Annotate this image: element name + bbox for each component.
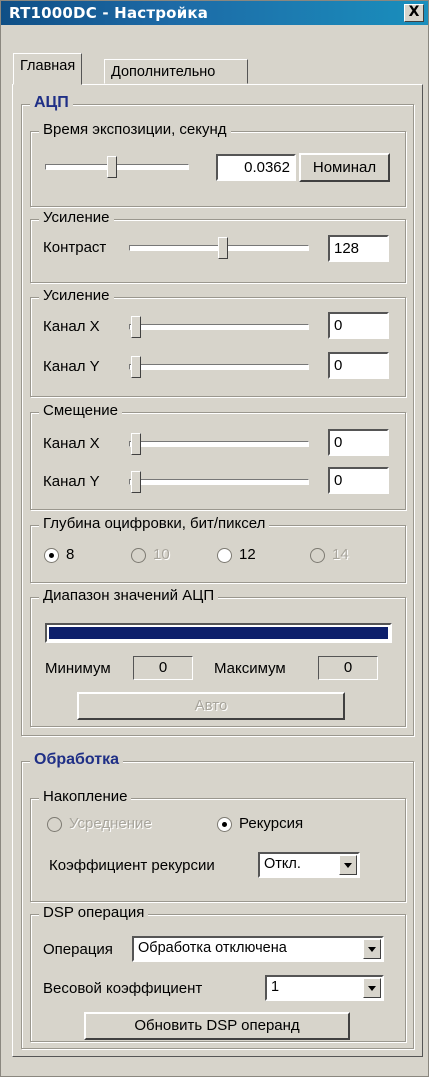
channel-gain-group: Усиление Канал X 0 Канал Y 0 (30, 287, 406, 397)
channel-gain-y-label: Канал Y (43, 358, 100, 375)
processing-group: Обработка Накопление Усреднение Рекурсия… (21, 751, 414, 1049)
channel-gain-x-field[interactable]: 0 (328, 312, 389, 339)
adc-group: АЦП Время экспозиции, секунд 0.0362 Номи… (21, 94, 414, 736)
depth-label-8: 8 (66, 546, 75, 563)
range-title: Диапазон значений АЦП (39, 587, 219, 604)
offset-x-thumb[interactable] (131, 433, 141, 455)
weight-label: Весовой коэффициент (43, 980, 203, 997)
offset-title: Смещение (39, 402, 123, 419)
offset-x-field[interactable]: 0 (328, 429, 389, 456)
nominal-button[interactable]: Номинал (299, 153, 390, 182)
recursion-radio[interactable] (217, 817, 232, 832)
offset-y-label: Канал Y (43, 473, 100, 490)
max-label: Максимум (214, 660, 286, 677)
tab-advanced[interactable]: Дополнительно (104, 59, 248, 84)
offset-y-field[interactable]: 0 (328, 467, 389, 494)
depth-radio-12[interactable] (217, 548, 232, 563)
offset-group: Смещение Канал X 0 Канал Y 0 (30, 402, 406, 510)
close-button[interactable]: X (404, 4, 424, 22)
depth-label-12: 12 (239, 546, 256, 563)
offset-x-track[interactable] (129, 441, 309, 447)
dsp-title: DSP операция (39, 904, 149, 921)
exposure-slider-thumb[interactable] (107, 156, 117, 178)
gain-group: Усиление Контраст 128 (30, 209, 406, 283)
auto-button[interactable]: Авто (77, 692, 345, 720)
offset-y-track[interactable] (129, 479, 309, 485)
operation-label: Операция (43, 941, 113, 958)
channel-gain-title: Усиление (39, 287, 114, 304)
contrast-label: Контраст (43, 239, 107, 256)
channel-gain-y-thumb[interactable] (131, 356, 141, 378)
title-bar: RT1000DC - Настройка X (1, 1, 428, 25)
operation-value: Обработка отключена (138, 940, 287, 956)
exposure-value-field[interactable]: 0.0362 (216, 154, 296, 181)
depth-title: Глубина оцифровки, бит/пиксел (39, 515, 270, 532)
chevron-down-icon[interactable] (363, 939, 381, 959)
channel-gain-y-track[interactable] (129, 364, 309, 370)
weight-select[interactable]: 1 (265, 975, 384, 1001)
accumulation-title: Накопление (39, 788, 132, 805)
recursion-coef-label: Коэффициент рекурсии (49, 857, 215, 874)
channel-gain-x-track[interactable] (129, 324, 309, 330)
min-label: Минимум (45, 660, 111, 677)
offset-y-thumb[interactable] (131, 471, 141, 493)
averaging-radio[interactable] (47, 817, 62, 832)
exposure-title: Время экспозиции, секунд (39, 121, 231, 138)
channel-gain-y-field[interactable]: 0 (328, 352, 389, 379)
range-group: Диапазон значений АЦП Минимум 0 Максимум… (30, 587, 406, 727)
depth-radio-14[interactable] (310, 548, 325, 563)
tab-page-main: АЦП Время экспозиции, секунд 0.0362 Номи… (12, 84, 423, 1057)
depth-radio-10[interactable] (131, 548, 146, 563)
weight-value: 1 (271, 979, 280, 995)
depth-group: Глубина оцифровки, бит/пиксел 8 10 12 14 (30, 515, 406, 583)
channel-gain-x-label: Канал X (43, 318, 100, 335)
tab-main[interactable]: Главная (13, 53, 83, 85)
averaging-label: Усреднение (69, 815, 152, 832)
exposure-group: Время экспозиции, секунд 0.0362 Номинал (30, 121, 406, 207)
accumulation-group: Накопление Усреднение Рекурсия Коэффицие… (30, 788, 406, 902)
update-dsp-button[interactable]: Обновить DSP операнд (84, 1012, 350, 1040)
channel-gain-x-thumb[interactable] (131, 316, 141, 338)
range-progress-fill (49, 627, 388, 639)
processing-group-title: Обработка (30, 751, 123, 769)
contrast-value-field[interactable]: 128 (328, 235, 389, 262)
range-progress-bar (45, 623, 392, 643)
dsp-group: DSP операция Операция Обработка отключен… (30, 904, 406, 1042)
min-value: 0 (133, 656, 193, 680)
max-value: 0 (318, 656, 378, 680)
recursion-label: Рекурсия (239, 815, 304, 832)
exposure-slider-track[interactable] (45, 164, 189, 170)
recursion-coef-value: Откл. (264, 856, 301, 872)
operation-select[interactable]: Обработка отключена (132, 936, 384, 962)
offset-x-label: Канал X (43, 435, 100, 452)
window-title: RT1000DC - Настройка (9, 4, 209, 22)
depth-label-14: 14 (332, 546, 349, 563)
chevron-down-icon[interactable] (339, 855, 357, 875)
adc-group-title: АЦП (30, 94, 73, 112)
chevron-down-icon[interactable] (363, 978, 381, 998)
contrast-slider-thumb[interactable] (218, 237, 228, 259)
settings-window: RT1000DC - Настройка X Главная Дополните… (0, 0, 429, 1077)
recursion-coef-select[interactable]: Откл. (258, 852, 360, 878)
depth-label-10: 10 (153, 546, 170, 563)
depth-radio-8[interactable] (44, 548, 59, 563)
gain-title: Усиление (39, 209, 114, 226)
